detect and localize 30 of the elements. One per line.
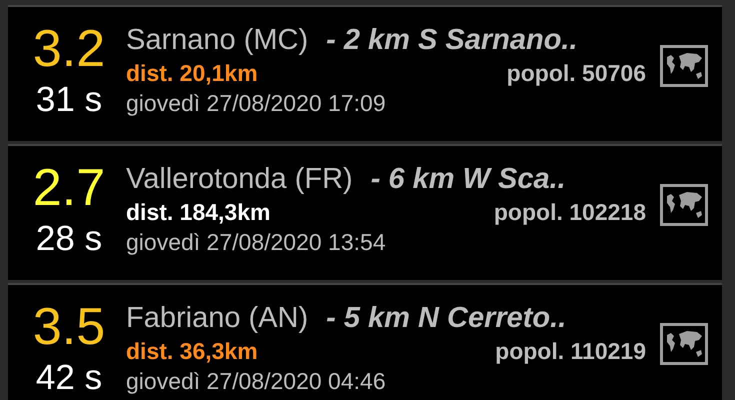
distance: dist. 184,3km (126, 198, 270, 226)
world-map-icon (665, 190, 703, 220)
event-card[interactable]: 3.5 42 s Fabriano (AN) - 5 km N Cerreto.. dist. 36,3km popol. 110219 giovedì 27/08/2020 04:46 (8, 283, 722, 400)
distance: dist. 20,1km (126, 60, 258, 86)
elapsed-time: 28 s (34, 220, 102, 258)
world-map-icon (665, 329, 703, 359)
event-datetime: giovedì 27/08/2020 04:46 (126, 368, 386, 394)
world-map-icon (665, 51, 703, 81)
event-card[interactable]: 3.2 31 s Sarnano (MC) - 2 km S Sarnano.. dist. 20,1km popol. 50706 giovedì 27/08/2020 17:09 (8, 5, 722, 141)
location-description: - 5 km N Cerreto.. (326, 302, 566, 334)
location-description: - 2 km S Sarnano.. (326, 24, 578, 56)
map-button[interactable] (660, 45, 708, 87)
event-datetime: giovedì 27/08/2020 17:09 (126, 90, 386, 116)
elapsed-time: 42 s (34, 359, 102, 397)
distance: dist. 36,3km (126, 338, 258, 364)
magnitude: 3.5 (32, 299, 106, 355)
place-name: Vallerotonda (FR) (126, 162, 353, 196)
magnitude: 3.2 (32, 21, 106, 77)
population: popol. 110219 (495, 338, 647, 364)
map-button[interactable] (660, 184, 708, 226)
elapsed-time: 31 s (34, 81, 102, 119)
event-card[interactable]: 2.7 28 s Vallerotonda (FR) - 6 km W Sca.. dist. 184,3km popol. 102218 giovedì 27/08/2020 13:54 (8, 144, 722, 280)
population: popol. 50706 (506, 60, 647, 86)
map-button[interactable] (660, 323, 708, 365)
place-name: Fabriano (AN) (126, 302, 308, 334)
location-description: - 6 km W Sca.. (370, 162, 566, 196)
population: popol. 102218 (494, 198, 647, 226)
magnitude: 2.7 (32, 160, 106, 216)
event-datetime: giovedì 27/08/2020 13:54 (126, 228, 386, 256)
place-name: Sarnano (MC) (126, 24, 308, 56)
